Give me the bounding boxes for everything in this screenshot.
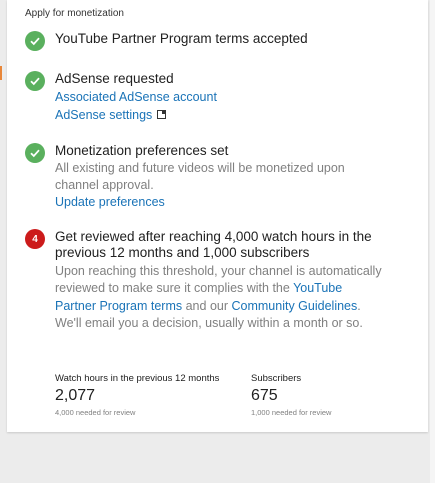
check-icon xyxy=(25,143,45,163)
stat-requirement: 4,000 needed for review xyxy=(55,408,136,417)
step-title: AdSense requested xyxy=(55,71,174,86)
step-title: YouTube Partner Program terms accepted xyxy=(55,31,308,46)
step-number-badge: 4 xyxy=(25,229,45,249)
step-description: All existing and future videos will be m… xyxy=(55,161,345,192)
watch-hours-stat: Watch hours in the previous 12 months 2,… xyxy=(55,373,219,417)
step-title: Monetization preferences set xyxy=(55,143,229,158)
community-guidelines-link[interactable]: Community Guidelines xyxy=(232,299,358,313)
stat-label: Watch hours in the previous 12 months xyxy=(55,373,220,384)
card-header: Apply for monetization xyxy=(25,8,124,19)
stat-value: 675 xyxy=(251,387,278,404)
stat-label: Subscribers xyxy=(251,373,302,384)
associated-adsense-link[interactable]: Associated AdSense account xyxy=(55,89,385,107)
adsense-settings-link[interactable]: AdSense settings xyxy=(55,107,385,125)
desc-part2: and our xyxy=(185,298,229,313)
adsense-settings-label[interactable]: AdSense settings xyxy=(55,108,152,122)
step-description: Upon reaching this threshold, your chann… xyxy=(55,263,385,332)
update-preferences-link[interactable]: Update preferences xyxy=(55,194,385,212)
check-icon xyxy=(25,71,45,91)
right-edge xyxy=(430,0,435,483)
subscribers-stat: Subscribers 675 1,000 needed for review xyxy=(251,373,331,417)
monetization-card: Apply for monetization YouTube Partner P… xyxy=(7,0,428,432)
step-title: Get reviewed after reaching 4,000 watch … xyxy=(55,229,372,260)
external-link-icon xyxy=(157,109,167,119)
stat-value: 2,077 xyxy=(55,387,96,404)
check-icon xyxy=(25,31,45,51)
left-edge-accent xyxy=(0,66,2,80)
stat-requirement: 1,000 needed for review xyxy=(251,408,332,417)
